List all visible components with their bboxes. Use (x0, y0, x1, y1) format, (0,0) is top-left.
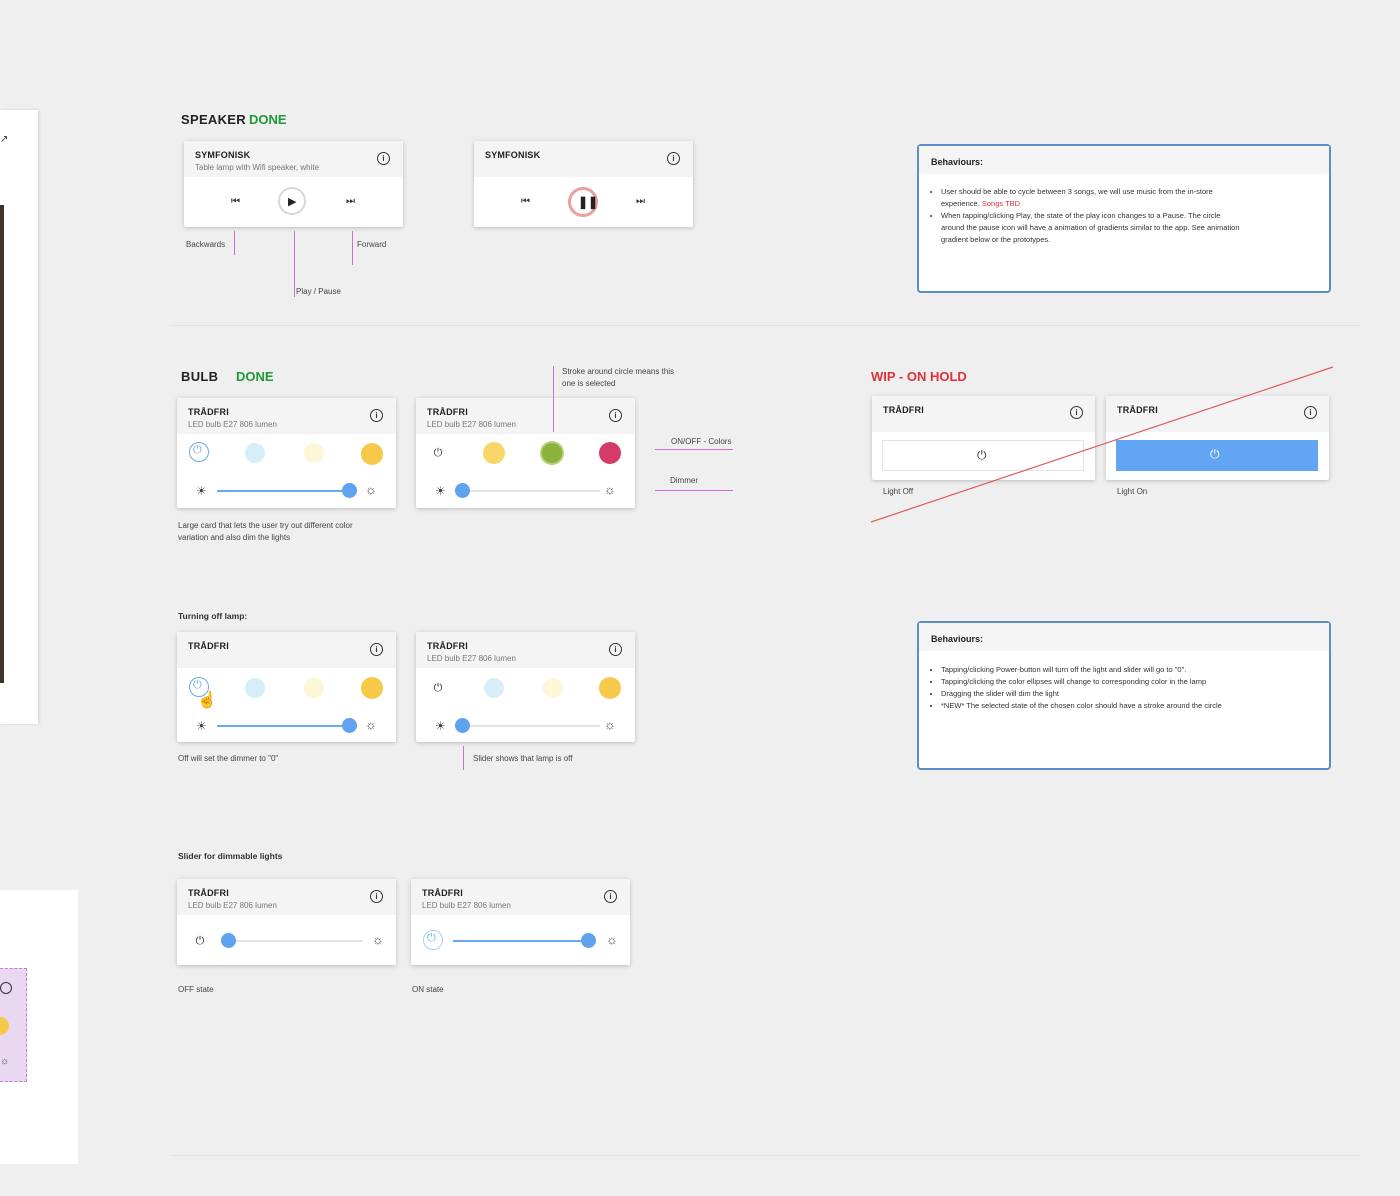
dim-high-icon: ☼ (365, 717, 377, 732)
card-title: TRÅDFRI (188, 888, 229, 898)
color-yellow[interactable] (599, 677, 621, 699)
dimmer-fill (453, 940, 589, 942)
info-icon[interactable]: i (609, 643, 622, 656)
dimmable-card-off: TRÅDFRI LED bulb E27 806 lumen i ⏻ ☼ (177, 879, 396, 965)
turning-off-card-1: TRÅDFRI i ⏻ ☝ ☀ ☼ (177, 632, 396, 742)
dim-high-icon: ☼ (606, 932, 618, 947)
behaviour-item: Dragging the slider will dim the light (941, 688, 1241, 700)
dim-high-icon: ☼ (604, 717, 616, 732)
card-subtitle: LED bulb E27 806 lumen (188, 901, 277, 910)
card-subtitle: LED bulb E27 806 lumen (427, 654, 516, 663)
annotation-line-slider-off (463, 746, 464, 770)
dimmer-knob[interactable] (221, 933, 236, 948)
hand-cursor-icon: ☝ (197, 692, 217, 709)
dim-high-icon: ☼ (372, 932, 384, 947)
behaviours-title: Behaviours: (931, 634, 984, 644)
dim-low-icon: ☀ (196, 719, 207, 733)
color-light-yellow[interactable] (543, 678, 563, 698)
dimmer-knob[interactable] (581, 933, 596, 948)
turning-off-heading: Turning off lamp: (178, 611, 248, 621)
label-on-state: ON state (412, 985, 444, 994)
color-light-blue[interactable] (484, 678, 504, 698)
behaviour-item: Tapping/clicking Power-button will turn … (941, 664, 1241, 676)
color-light-yellow[interactable] (304, 678, 324, 698)
card-title: TRÅDFRI (427, 641, 468, 651)
dimmable-card-on: TRÅDFRI LED bulb E27 806 lumen i ⏻ ☼ (411, 879, 630, 965)
dimmer-track[interactable] (460, 725, 600, 727)
behaviours-list: Tapping/clicking Power-button will turn … (931, 664, 1241, 712)
color-yellow[interactable] (361, 677, 383, 699)
power-icon: ⏻ (427, 932, 436, 944)
info-icon[interactable]: i (604, 890, 617, 903)
behaviour-item: *NEW* The selected state of the chosen c… (941, 700, 1241, 712)
dimmer-fill (217, 725, 347, 727)
card-title: TRÅDFRI (188, 641, 229, 651)
dim-low-icon: ☀ (435, 719, 446, 733)
dimmer-knob[interactable] (455, 718, 470, 733)
card-title: TRÅDFRI (422, 888, 463, 898)
lamp-behaviours-box: Behaviours: Tapping/clicking Power-butto… (917, 621, 1331, 770)
info-icon[interactable]: i (370, 890, 383, 903)
card-subtitle: LED bulb E27 806 lumen (422, 901, 511, 910)
note-slider-off: Slider shows that lamp is off (473, 754, 573, 763)
note-off-dimmer: Off will set the dimmer to "0" (178, 754, 279, 763)
power-button-selected[interactable]: ⏻ (423, 930, 443, 950)
behaviour-item: Tapping/clicking the color ellipses will… (941, 676, 1241, 688)
dimmer-knob[interactable] (342, 718, 357, 733)
label-off-state: OFF state (178, 985, 214, 994)
dimmer-track[interactable] (229, 940, 363, 942)
dimmable-heading: Slider for dimmable lights (178, 851, 283, 861)
color-light-blue[interactable] (245, 678, 265, 698)
power-icon[interactable]: ⏻ (194, 935, 206, 947)
power-icon[interactable]: ⏻ (432, 682, 444, 694)
info-icon[interactable]: i (370, 643, 383, 656)
wip-strikethrough-line (870, 366, 1334, 523)
turning-off-card-2: TRÅDFRI LED bulb E27 806 lumen i ⏻ ☀ ☼ (416, 632, 635, 742)
